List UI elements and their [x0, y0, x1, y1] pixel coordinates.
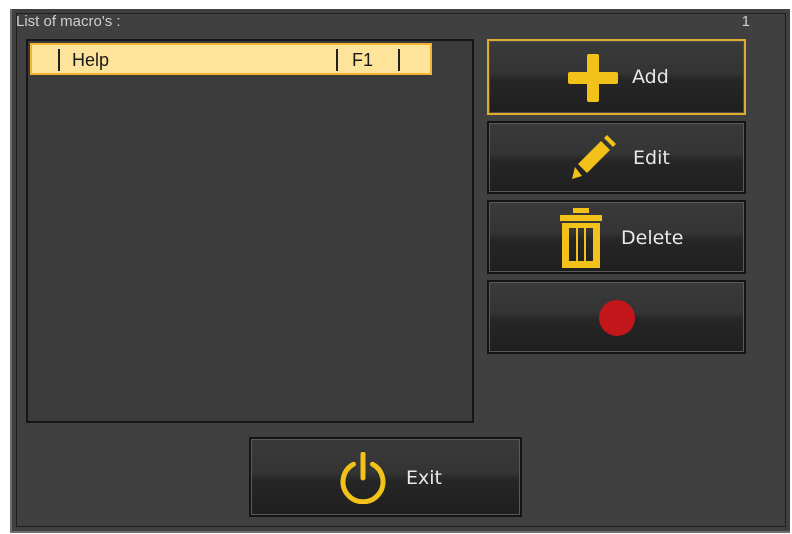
macro-list-item[interactable]: Help F1 [30, 43, 432, 75]
macro-list[interactable]: Help F1 [26, 39, 474, 423]
power-icon [340, 452, 386, 504]
edit-button[interactable]: Edit [487, 121, 746, 194]
column-separator [398, 49, 400, 71]
macro-name: Help [72, 50, 110, 70]
macro-hotkey: F1 [352, 50, 374, 70]
pencil-icon [572, 135, 616, 179]
plus-icon [568, 54, 618, 102]
delete-button[interactable]: Delete [487, 200, 746, 274]
column-separator [336, 49, 338, 71]
record-icon [599, 300, 635, 336]
add-button[interactable]: Add [487, 39, 746, 115]
exit-button[interactable]: Exit [249, 437, 522, 517]
add-button-label: Add [632, 66, 669, 88]
macro-count: 1 [741, 13, 750, 30]
edit-button-label: Edit [633, 147, 670, 169]
exit-button-label: Exit [406, 467, 442, 489]
macro-list-title: List of macro's : [16, 13, 121, 30]
delete-button-label: Delete [621, 227, 684, 249]
trash-icon [560, 208, 602, 268]
column-separator [58, 49, 60, 71]
record-button[interactable] [487, 280, 746, 354]
